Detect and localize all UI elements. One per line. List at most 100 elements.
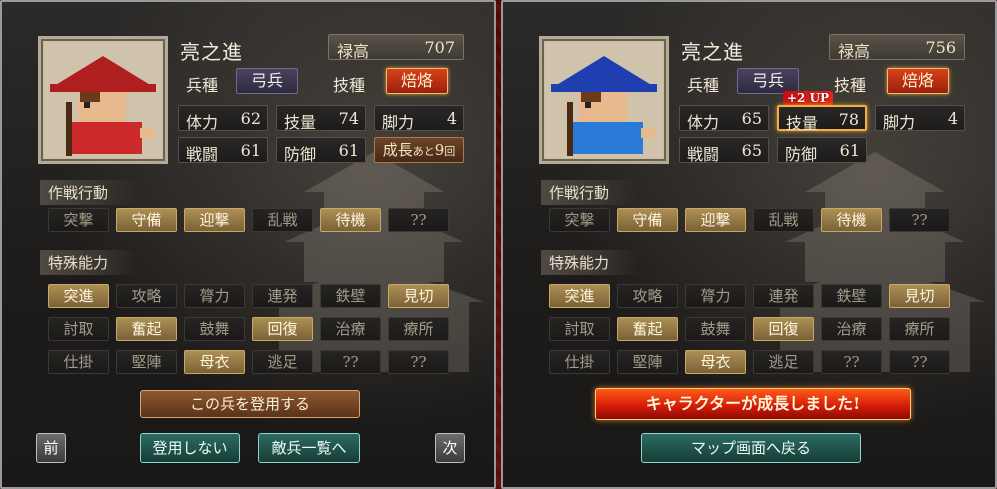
salary-label: 禄高 [337,42,370,61]
tactic-button[interactable]: ?? [388,208,449,232]
ability-button[interactable]: 仕掛 [48,350,109,374]
tactic-button[interactable]: 乱戦 [252,208,313,232]
character-name: 亮之進 [180,40,243,64]
tech-type-value: 焙烙 [887,68,949,94]
tactic-button[interactable]: 突撃 [48,208,109,232]
growth-panel: 亮之進 禄高 756 兵種 弓兵 技種 焙烙 +2 UP 体力 65 技量 78… [501,0,997,489]
stat-stamina: 体力 62 [178,105,268,132]
stat-value: 62 [240,109,261,128]
ability-button[interactable]: 膂力 [685,284,746,308]
tactic-button[interactable]: 乱戦 [753,208,814,232]
growth-value: 9 [434,141,445,159]
abilities-title: 特殊能力 [541,250,640,275]
stat-label: 技量 [786,114,819,133]
stat-mobility: 脚力 4 [875,105,965,132]
ability-button[interactable]: 見切 [889,284,950,308]
ability-button[interactable]: 仕掛 [549,350,610,374]
ability-button[interactable]: 連発 [252,284,313,308]
ability-button[interactable]: 攻略 [617,284,678,308]
stat-value: 65 [741,141,762,160]
ability-button[interactable]: 堅陣 [617,350,678,374]
unit-type-label: 兵種 [186,76,219,95]
recruit-button[interactable]: この兵を登用する [140,390,360,418]
ability-button[interactable]: 奮起 [116,317,177,341]
ability-button[interactable]: 突進 [549,284,610,308]
tactic-button[interactable]: 守備 [617,208,678,232]
ability-button[interactable]: 治療 [320,317,381,341]
ability-button[interactable]: 鉄壁 [821,284,882,308]
ability-button[interactable]: 討取 [549,317,610,341]
ability-button[interactable]: ?? [821,350,882,374]
tactic-button[interactable]: 待機 [320,208,381,232]
salary-plate: 禄高 707 [328,34,464,61]
prev-button[interactable]: 前 [36,433,66,463]
stat-label: 防御 [785,145,818,164]
ability-button[interactable]: ?? [388,350,449,374]
decline-button[interactable]: 登用しない [140,433,240,463]
ability-button[interactable]: 攻略 [116,284,177,308]
ability-button[interactable]: 奮起 [617,317,678,341]
tactic-button[interactable]: 守備 [116,208,177,232]
ability-button[interactable]: ?? [320,350,381,374]
stat-label: 防御 [284,145,317,164]
salary-plate: 禄高 756 [829,34,965,61]
salary-value: 756 [925,38,956,57]
ability-button[interactable]: 療所 [889,317,950,341]
back-to-map-button[interactable]: マップ画面へ戻る [641,433,861,463]
stat-value: 65 [741,109,762,128]
tactic-button[interactable]: ?? [889,208,950,232]
ability-button[interactable]: 堅陣 [116,350,177,374]
tactic-button[interactable]: 迎撃 [685,208,746,232]
ability-button[interactable]: 鉄壁 [320,284,381,308]
tactic-button[interactable]: 待機 [821,208,882,232]
growth-label: 成長 [382,141,413,159]
stat-label: 体力 [186,113,219,132]
tactic-button[interactable]: 突撃 [549,208,610,232]
stat-value: 61 [839,141,860,160]
ability-button[interactable]: 治療 [821,317,882,341]
stat-skill: 技量 78 [777,105,867,133]
ability-button[interactable]: 討取 [48,317,109,341]
tech-type-value: 焙烙 [386,68,448,94]
stat-combat: 戦闘 61 [178,137,268,164]
ability-button[interactable]: 回復 [252,317,313,341]
enemy-list-button[interactable]: 敵兵一覧へ [258,433,360,463]
growth-remaining: 成長あと9回 [374,137,464,163]
ability-button[interactable]: 鼓舞 [685,317,746,341]
tactic-button[interactable]: 迎撃 [184,208,245,232]
stat-value: 4 [446,109,457,128]
ability-button[interactable]: 鼓舞 [184,317,245,341]
stat-combat: 戦闘 65 [679,137,769,164]
growth-unit: 回 [444,145,456,158]
stat-value: 74 [338,109,359,128]
ability-button[interactable]: 膂力 [184,284,245,308]
salary-value: 707 [424,38,455,57]
stat-value: 4 [947,109,958,128]
next-button[interactable]: 次 [435,433,465,463]
ability-button[interactable]: ?? [889,350,950,374]
ability-button[interactable]: 連発 [753,284,814,308]
ability-button[interactable]: 見切 [388,284,449,308]
stat-value: 78 [838,110,859,129]
ability-button[interactable]: 母衣 [685,350,746,374]
unit-type-value: 弓兵 [236,68,298,94]
character-name: 亮之進 [681,40,744,64]
stat-label: 技量 [284,113,317,132]
tech-type-label: 技種 [333,76,366,95]
recruit-panel: 亮之進 禄高 707 兵種 弓兵 技種 焙烙 体力 62 技量 74 脚力 4 … [0,0,496,489]
tactics-title: 作戦行動 [40,180,139,205]
stat-stamina: 体力 65 [679,105,769,132]
ability-button[interactable]: 突進 [48,284,109,308]
abilities-title: 特殊能力 [40,250,139,275]
ability-button[interactable]: 母衣 [184,350,245,374]
ability-button[interactable]: 逃足 [753,350,814,374]
stat-label: 戦闘 [687,145,720,164]
ability-button[interactable]: 回復 [753,317,814,341]
salary-label: 禄高 [838,42,871,61]
ability-button[interactable]: 逃足 [252,350,313,374]
growth-small-text: あと [412,145,435,158]
ability-button[interactable]: 療所 [388,317,449,341]
stat-defense: 防御 61 [276,137,366,164]
character-portrait [38,36,168,164]
stat-mobility: 脚力 4 [374,105,464,132]
